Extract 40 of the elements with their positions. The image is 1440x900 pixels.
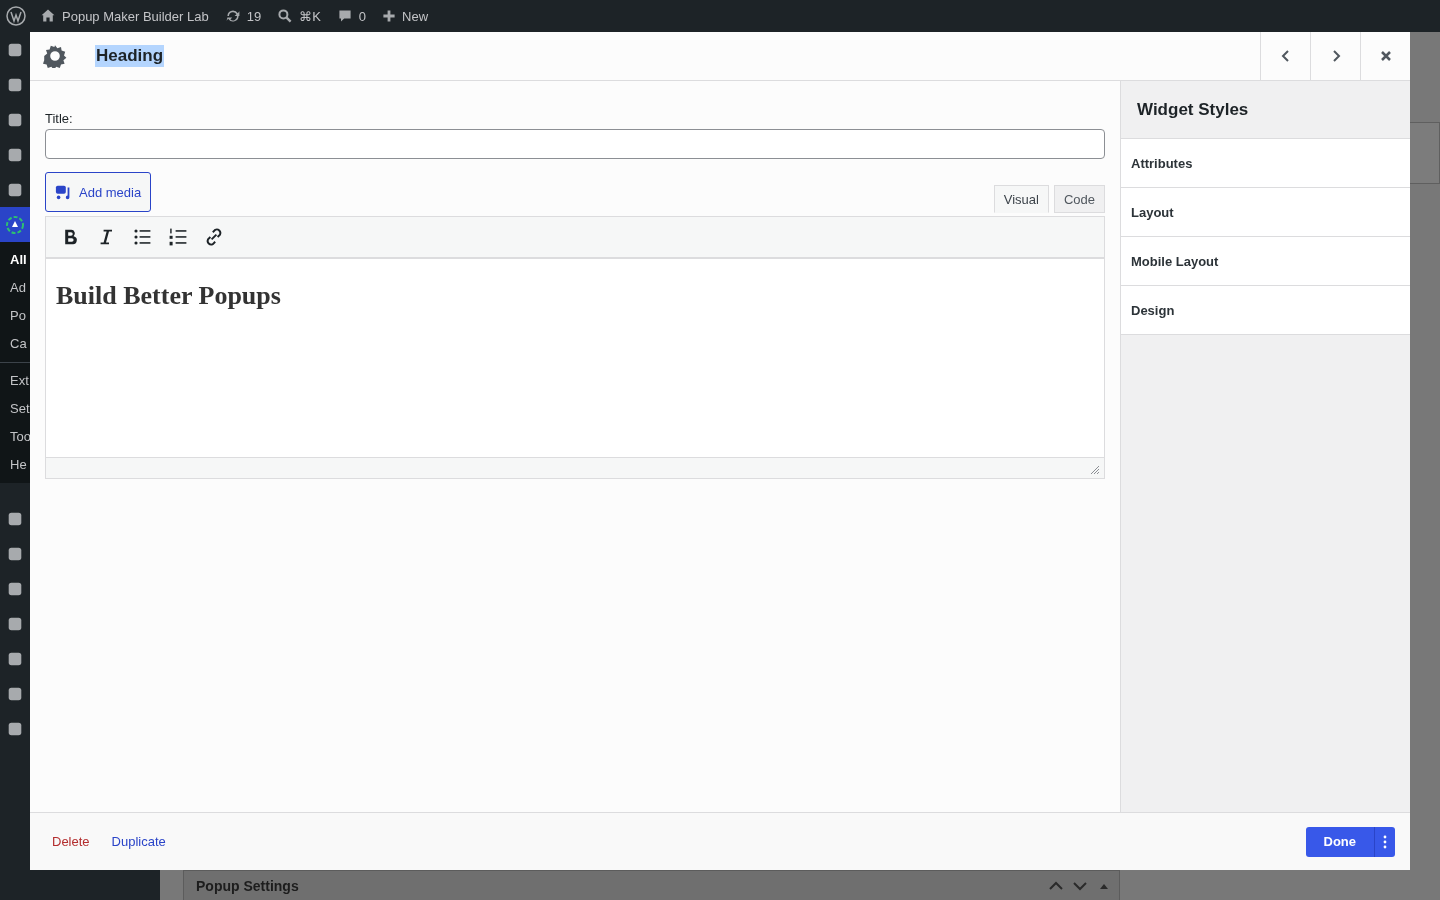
- duplicate-link[interactable]: Duplicate: [105, 829, 172, 854]
- plus-icon[interactable]: [382, 9, 397, 23]
- new-link[interactable]: New: [402, 8, 429, 24]
- home-icon[interactable]: [40, 8, 56, 24]
- title-input[interactable]: [45, 129, 1105, 159]
- panel-title: Widget Styles: [1137, 99, 1249, 120]
- panel-heading: Popup Settings: [196, 877, 299, 894]
- submenu-item[interactable]: Ext: [0, 367, 30, 395]
- style-section-item[interactable]: Design: [1121, 286, 1410, 335]
- more-options-button[interactable]: [1374, 826, 1395, 857]
- style-section-item[interactable]: Layout: [1121, 188, 1410, 237]
- style-section-item[interactable]: Mobile Layout: [1121, 237, 1410, 286]
- done-button[interactable]: Done: [1305, 826, 1374, 857]
- resize-handle-icon[interactable]: [1090, 465, 1100, 475]
- search-icon[interactable]: [277, 8, 294, 24]
- submenu-item[interactable]: Ca: [0, 330, 30, 358]
- submenu-item[interactable]: Set: [0, 395, 30, 423]
- popup-maker-icon[interactable]: [5, 214, 25, 235]
- style-section-item[interactable]: Attributes: [1121, 139, 1410, 188]
- refresh-icon[interactable]: [224, 8, 241, 24]
- editor-tab[interactable]: Code: [1053, 185, 1105, 213]
- updates-count[interactable]: 19: [246, 8, 262, 24]
- submenu-item[interactable]: He: [0, 451, 30, 479]
- site-name-link[interactable]: Popup Maker Builder Lab: [62, 8, 209, 24]
- search-shortcut[interactable]: ⌘K: [299, 8, 321, 24]
- delete-link[interactable]: Delete: [46, 829, 96, 854]
- modal-title: Heading: [95, 45, 165, 67]
- submenu-item[interactable]: Ad: [0, 274, 30, 302]
- editor-tab[interactable]: Visual: [993, 185, 1049, 213]
- wordpress-logo-icon[interactable]: [6, 6, 26, 26]
- add-media-button[interactable]: Add media: [45, 172, 152, 212]
- submenu-item[interactable]: Po: [0, 302, 30, 330]
- submenu-item[interactable]: Too: [0, 423, 30, 451]
- comments-count[interactable]: 0: [358, 8, 367, 24]
- gear-icon[interactable]: [43, 44, 67, 68]
- title-label: Title:: [45, 111, 74, 126]
- content-heading: Build Better Popups: [56, 280, 281, 311]
- close-icon: [1379, 50, 1392, 62]
- vertical-dots-icon: [1383, 834, 1387, 849]
- submenu-item[interactable]: All: [0, 246, 30, 274]
